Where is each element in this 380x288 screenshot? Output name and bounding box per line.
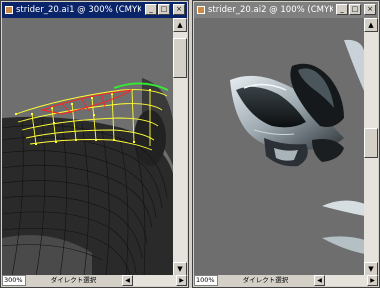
minimize-button[interactable]: _ bbox=[336, 4, 348, 15]
vertical-scrollbar[interactable]: ▲ ▼ bbox=[364, 18, 378, 276]
scroll-up-icon[interactable]: ▲ bbox=[173, 18, 187, 32]
horizontal-scrollbar[interactable]: ◀ ▶ bbox=[314, 275, 378, 286]
title-bar[interactable]: strider_20.ai1 @ 300% (CMYK/アウトライン) _ □ … bbox=[2, 2, 187, 18]
maximize-button[interactable]: □ bbox=[158, 4, 170, 15]
document-window-outline[interactable]: strider_20.ai1 @ 300% (CMYK/アウトライン) _ □ … bbox=[0, 0, 189, 288]
vertical-scrollbar[interactable]: ▲ ▼ bbox=[173, 18, 187, 276]
window-title: strider_20.ai2 @ 100% (CMYK/プレビュー) bbox=[208, 5, 333, 15]
minimize-button[interactable]: _ bbox=[145, 4, 157, 15]
document-window-preview[interactable]: strider_20.ai2 @ 100% (CMYK/プレビュー) _ □ × bbox=[192, 0, 380, 288]
artboard-canvas-outline[interactable] bbox=[2, 18, 174, 276]
scroll-down-icon[interactable]: ▼ bbox=[364, 262, 378, 276]
scroll-thumb[interactable] bbox=[364, 128, 378, 158]
scroll-left-icon[interactable]: ◀ bbox=[122, 275, 133, 286]
scroll-up-icon[interactable]: ▲ bbox=[364, 18, 378, 32]
artboard-canvas-preview[interactable] bbox=[194, 18, 365, 276]
illustrator-doc-icon bbox=[5, 6, 13, 14]
scroll-down-icon[interactable]: ▼ bbox=[173, 262, 187, 276]
scroll-right-icon[interactable]: ▶ bbox=[176, 275, 187, 286]
tool-status[interactable]: ダイレクト選択 bbox=[27, 275, 120, 286]
status-bar: 300% ダイレクト選択 ◀ ▶ bbox=[2, 275, 187, 286]
status-bar: 100% ダイレクト選択 ◀ ▶ bbox=[194, 275, 378, 286]
close-button[interactable]: × bbox=[364, 4, 376, 15]
scroll-thumb[interactable] bbox=[173, 38, 187, 78]
zoom-field[interactable]: 300% bbox=[2, 275, 26, 286]
scroll-right-icon[interactable]: ▶ bbox=[367, 275, 378, 286]
tool-status[interactable]: ダイレクト選択 bbox=[219, 275, 312, 286]
maximize-button[interactable]: □ bbox=[349, 4, 361, 15]
close-button[interactable]: × bbox=[173, 4, 185, 15]
title-bar[interactable]: strider_20.ai2 @ 100% (CMYK/プレビュー) _ □ × bbox=[194, 2, 378, 18]
scroll-left-icon[interactable]: ◀ bbox=[314, 275, 325, 286]
zoom-field[interactable]: 100% bbox=[194, 275, 218, 286]
window-title: strider_20.ai1 @ 300% (CMYK/アウトライン) bbox=[16, 5, 141, 15]
horizontal-scrollbar[interactable]: ◀ ▶ bbox=[122, 275, 187, 286]
illustrator-doc-icon bbox=[197, 6, 205, 14]
